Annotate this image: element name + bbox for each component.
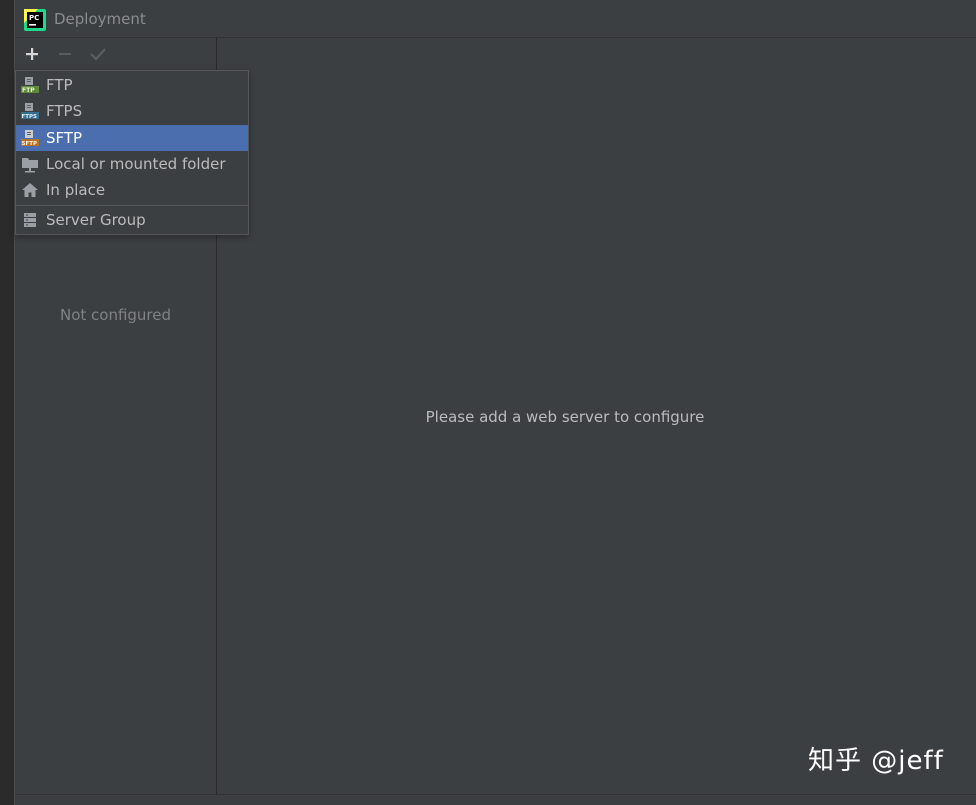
home-icon xyxy=(21,181,39,199)
svg-text:FTP: FTP xyxy=(22,87,35,94)
sftp-icon: SFTP xyxy=(21,129,39,147)
configuration-panel: Please add a web server to configure xyxy=(218,38,976,795)
add-server-popup-menu: FTP FTP FTPS FTPS SFTP SFTP Local or mou… xyxy=(15,70,249,235)
configure-hint: Please add a web server to configure xyxy=(218,408,976,426)
menu-item-ftps[interactable]: FTPS FTPS xyxy=(16,98,248,124)
menu-item-in-place[interactable]: In place xyxy=(16,177,248,203)
server-list-toolbar xyxy=(15,38,216,70)
add-server-button[interactable] xyxy=(22,44,42,64)
menu-item-sftp[interactable]: SFTP SFTP xyxy=(16,125,248,151)
watermark-text: 知乎 @jeff xyxy=(808,746,944,776)
bottom-strip xyxy=(15,794,976,805)
ftp-icon: FTP xyxy=(21,76,39,94)
folder-icon xyxy=(21,155,39,173)
apply-button[interactable] xyxy=(88,44,108,64)
svg-text:PC: PC xyxy=(29,14,39,22)
menu-item-label: Server Group xyxy=(46,211,146,229)
menu-item-ftp[interactable]: FTP FTP xyxy=(16,72,248,98)
svg-text:SFTP: SFTP xyxy=(22,141,38,147)
plus-icon xyxy=(26,48,38,60)
server-group-icon xyxy=(21,211,39,229)
minus-icon xyxy=(59,53,71,55)
remove-server-button[interactable] xyxy=(55,44,75,64)
menu-item-label: FTP xyxy=(46,76,73,94)
check-icon xyxy=(90,48,106,61)
window-title: Deployment xyxy=(54,10,146,28)
svg-text:FTPS: FTPS xyxy=(22,114,38,120)
configure-hint-text: Please add a web server to configure xyxy=(425,408,705,426)
menu-item-label: FTPS xyxy=(46,102,83,120)
pycharm-logo-icon: PC xyxy=(24,9,46,31)
empty-state-text: Not configured xyxy=(59,306,172,324)
menu-item-label: SFTP xyxy=(46,129,83,147)
menu-item-label: In place xyxy=(46,181,106,199)
title-bar: PC Deployment xyxy=(15,0,976,38)
ftps-icon: FTPS xyxy=(21,102,39,120)
menu-item-local-folder[interactable]: Local or mounted folder xyxy=(16,151,248,177)
menu-item-label: Local or mounted folder xyxy=(46,155,226,173)
menu-separator xyxy=(16,205,248,206)
menu-item-server-group[interactable]: Server Group xyxy=(16,207,248,233)
